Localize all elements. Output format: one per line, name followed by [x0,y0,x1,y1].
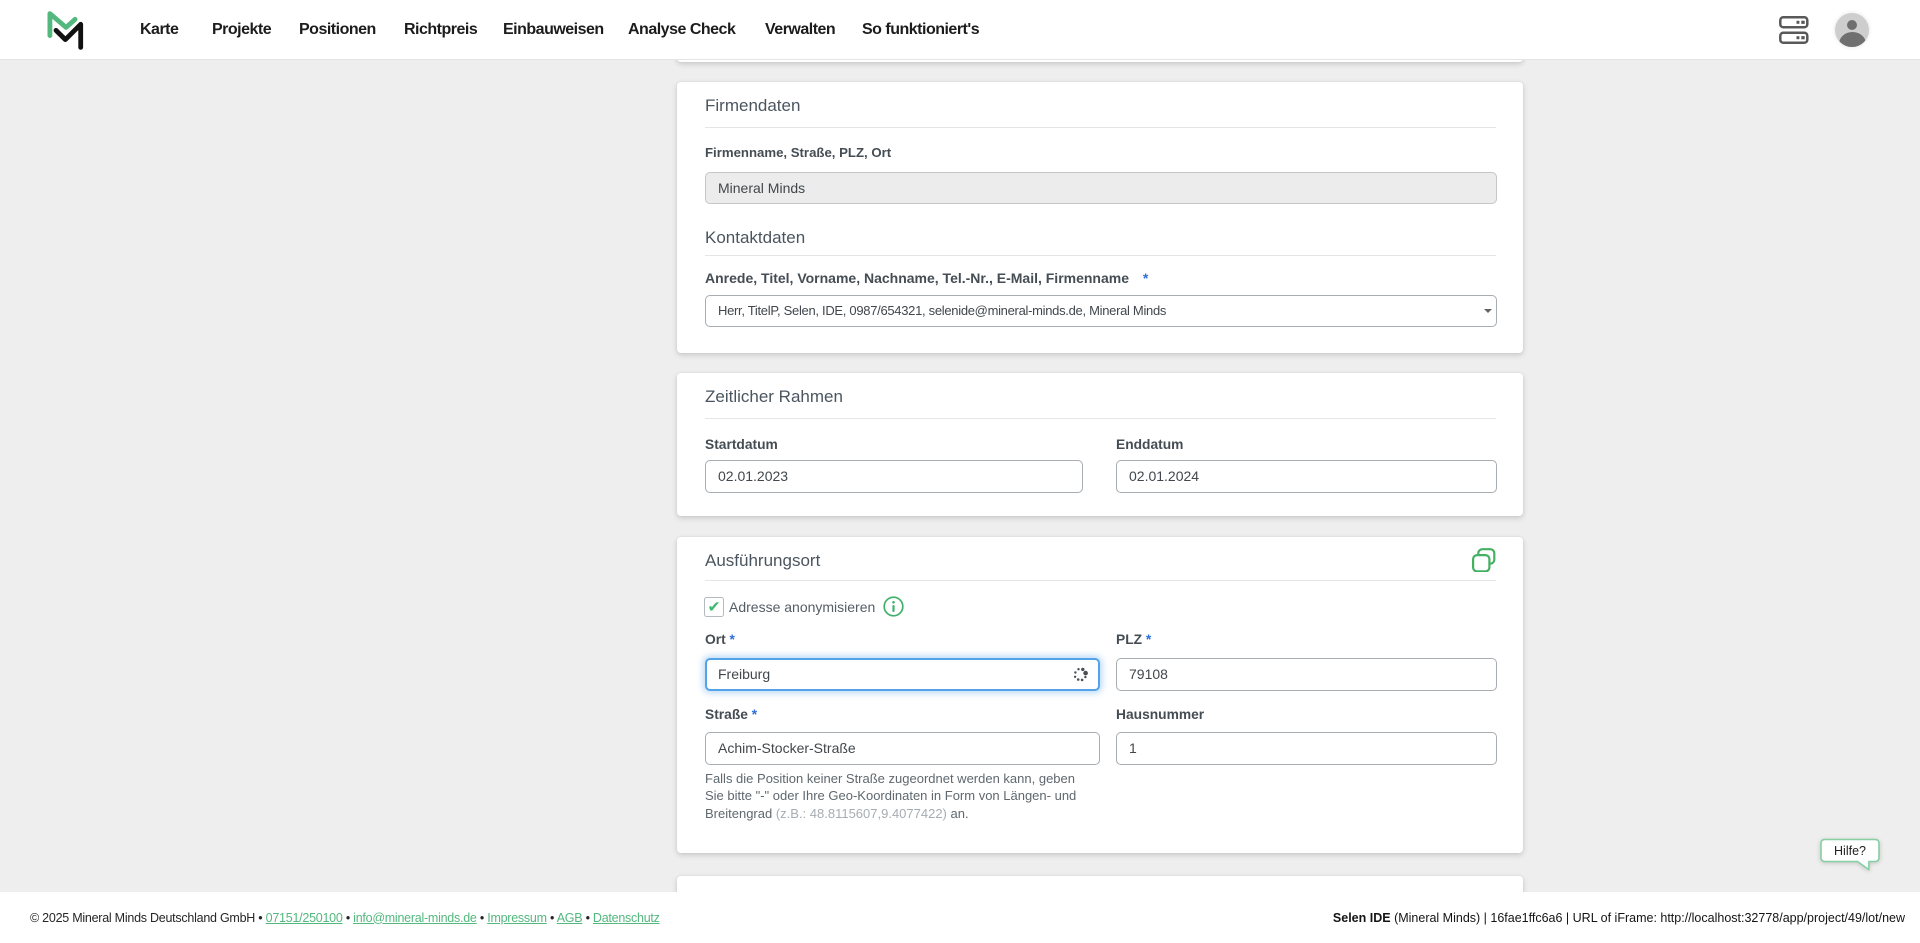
svg-text:Hilfe?: Hilfe? [1834,844,1866,858]
